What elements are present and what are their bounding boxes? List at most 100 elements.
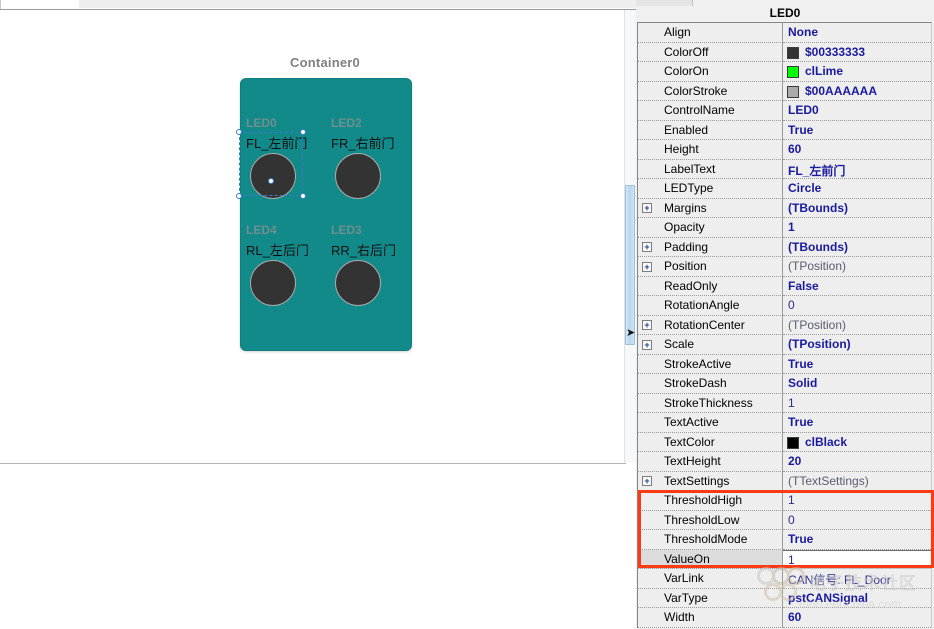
design-vertical-scrollbar-thumb[interactable] xyxy=(625,185,635,345)
property-row[interactable]: ReadOnly False xyxy=(638,276,931,296)
property-row[interactable]: ColorStroke $00AAAAAA xyxy=(638,81,931,101)
property-value-cell[interactable]: (TTextSettings) xyxy=(783,471,931,491)
property-row[interactable]: + Margins (TBounds) xyxy=(638,198,931,218)
property-name-cell[interactable]: TextColor xyxy=(638,432,783,452)
property-name-cell[interactable]: LabelText xyxy=(638,159,783,179)
property-name-cell[interactable]: + Margins xyxy=(638,198,783,218)
property-name-cell[interactable]: ReadOnly xyxy=(638,276,783,296)
property-name-cell[interactable]: LEDType xyxy=(638,179,783,199)
property-name-cell[interactable]: StrokeDash xyxy=(638,374,783,394)
expand-plus-icon[interactable]: + xyxy=(642,242,652,252)
property-grid-frame[interactable]: Align None ColorOff $00333333 ColorOn clLime C… xyxy=(637,22,932,628)
property-value-cell[interactable]: 0 xyxy=(783,510,931,530)
expand-plus-icon[interactable]: + xyxy=(642,320,652,330)
color-swatch-icon[interactable] xyxy=(787,46,799,59)
property-value-cell[interactable]: $00AAAAAA xyxy=(783,81,931,101)
expand-plus-icon[interactable]: + xyxy=(642,203,652,213)
property-name-cell[interactable]: Align xyxy=(638,23,783,43)
property-value-cell[interactable]: 60 xyxy=(783,608,931,628)
color-swatch-icon[interactable] xyxy=(787,436,799,449)
property-name-cell[interactable]: VarType xyxy=(638,588,783,608)
property-value-cell[interactable]: 60 xyxy=(783,140,931,160)
property-row[interactable]: TextHeight 20 xyxy=(638,452,931,472)
property-value-cell[interactable]: 0 xyxy=(783,296,931,316)
property-row[interactable]: Enabled True xyxy=(638,120,931,140)
property-value-cell[interactable]: None xyxy=(783,23,931,43)
property-value-cell[interactable]: (TPosition) xyxy=(783,335,931,355)
led3-bulb[interactable] xyxy=(335,260,381,306)
property-value-cell[interactable]: LED0 xyxy=(783,101,931,121)
property-row[interactable]: ColorOn clLime xyxy=(638,62,931,82)
property-value-cell[interactable]: FL_左前门 xyxy=(783,159,931,179)
property-name-cell[interactable]: + Scale xyxy=(638,335,783,355)
property-name-cell[interactable]: ColorOn xyxy=(638,62,783,82)
property-name-cell[interactable]: + Position xyxy=(638,257,783,277)
property-row[interactable]: + TextSettings (TTextSettings) xyxy=(638,471,931,491)
property-value-cell[interactable]: Solid xyxy=(783,374,931,394)
property-name-cell[interactable]: RotationAngle xyxy=(638,296,783,316)
property-value-cell[interactable]: 20 xyxy=(783,452,931,472)
resize-handle-ne[interactable] xyxy=(300,129,306,135)
property-name-cell[interactable]: ControlName xyxy=(638,101,783,121)
property-row[interactable]: LabelText FL_左前门 xyxy=(638,159,931,179)
property-row[interactable]: TextActive True xyxy=(638,413,931,433)
property-row[interactable]: + Padding (TBounds) xyxy=(638,237,931,257)
property-name-cell[interactable]: Opacity xyxy=(638,218,783,238)
property-name-cell[interactable]: StrokeThickness xyxy=(638,393,783,413)
property-row[interactable]: + Position (TPosition) xyxy=(638,257,931,277)
property-value-cell[interactable]: True xyxy=(783,354,931,374)
property-name-cell[interactable]: TextHeight xyxy=(638,452,783,472)
panel-expand-arrow-icon[interactable]: ➤ xyxy=(626,326,635,340)
property-value-cell[interactable]: 1 xyxy=(783,218,931,238)
property-row[interactable]: ColorOff $00333333 xyxy=(638,42,931,62)
property-row[interactable]: RotationAngle 0 xyxy=(638,296,931,316)
expand-plus-icon[interactable]: + xyxy=(642,261,652,272)
property-row[interactable]: ThresholdHigh 1 xyxy=(638,491,931,511)
property-value-cell[interactable]: 1 xyxy=(783,393,931,413)
property-value-cell[interactable]: clBlack xyxy=(783,432,931,452)
property-value-cell[interactable]: clLime xyxy=(783,62,931,82)
property-value-cell[interactable]: pstCANSignal xyxy=(783,588,931,608)
property-row[interactable]: ControlName LED0 xyxy=(638,101,931,121)
property-name-cell[interactable]: ThresholdMode xyxy=(638,530,783,550)
property-row[interactable]: ThresholdMode True xyxy=(638,530,931,550)
property-row[interactable]: + Scale (TPosition) xyxy=(638,335,931,355)
container0-panel[interactable]: LED0 FL_左前门 LED2 FR_右前门 LED4 RL_左后门 LED3… xyxy=(240,78,412,351)
resize-handle-nw[interactable] xyxy=(236,129,242,135)
property-row[interactable]: Width 60 xyxy=(638,608,931,628)
resize-handle-se[interactable] xyxy=(300,193,306,199)
property-row[interactable]: + RotationCenter (TPosition) xyxy=(638,315,931,335)
property-value-cell[interactable]: True xyxy=(783,120,931,140)
property-name-cell[interactable]: VarLink xyxy=(638,569,783,589)
property-name-cell[interactable]: ColorStroke xyxy=(638,81,783,101)
property-value-cell[interactable]: 1 xyxy=(783,491,931,511)
property-row[interactable]: ValueOn 1 xyxy=(638,549,931,569)
property-row[interactable]: Height 60 xyxy=(638,140,931,160)
color-swatch-icon[interactable] xyxy=(787,66,799,78)
property-name-cell[interactable]: ThresholdHigh xyxy=(638,491,783,511)
property-name-cell[interactable]: + TextSettings xyxy=(638,471,783,491)
property-value-cell[interactable]: (TBounds) xyxy=(783,198,931,218)
property-value-cell[interactable]: True xyxy=(783,413,931,433)
property-row[interactable]: StrokeDash Solid xyxy=(638,374,931,394)
form-designer-canvas[interactable]: Container0 LED0 FL_左前门 LED2 FR_右前门 LED4 xyxy=(0,10,626,463)
property-name-cell[interactable]: ColorOff xyxy=(638,42,783,62)
property-row[interactable]: Align None xyxy=(638,23,931,43)
expand-plus-icon[interactable]: + xyxy=(642,339,652,350)
property-grid[interactable]: Align None ColorOff $00333333 ColorOn clLime C… xyxy=(638,23,931,628)
property-row[interactable]: VarLink CAN信号: FL_Door xyxy=(638,569,931,589)
property-value-cell[interactable]: $00333333 xyxy=(783,42,931,62)
property-row[interactable]: Opacity 1 xyxy=(638,218,931,238)
property-value-cell[interactable]: 1 xyxy=(783,549,931,569)
property-name-cell[interactable]: ValueOn xyxy=(638,549,783,569)
property-row[interactable]: TextColor clBlack xyxy=(638,432,931,452)
property-value-cell[interactable]: Circle xyxy=(783,179,931,199)
property-name-cell[interactable]: Width xyxy=(638,608,783,628)
property-row[interactable]: StrokeThickness 1 xyxy=(638,393,931,413)
resize-handle-s[interactable] xyxy=(268,178,274,184)
property-name-cell[interactable]: ThresholdLow xyxy=(638,510,783,530)
property-row[interactable]: LEDType Circle xyxy=(638,179,931,199)
property-value-cell[interactable]: True xyxy=(783,530,931,550)
property-value-cell[interactable]: False xyxy=(783,276,931,296)
property-name-cell[interactable]: StrokeActive xyxy=(638,354,783,374)
